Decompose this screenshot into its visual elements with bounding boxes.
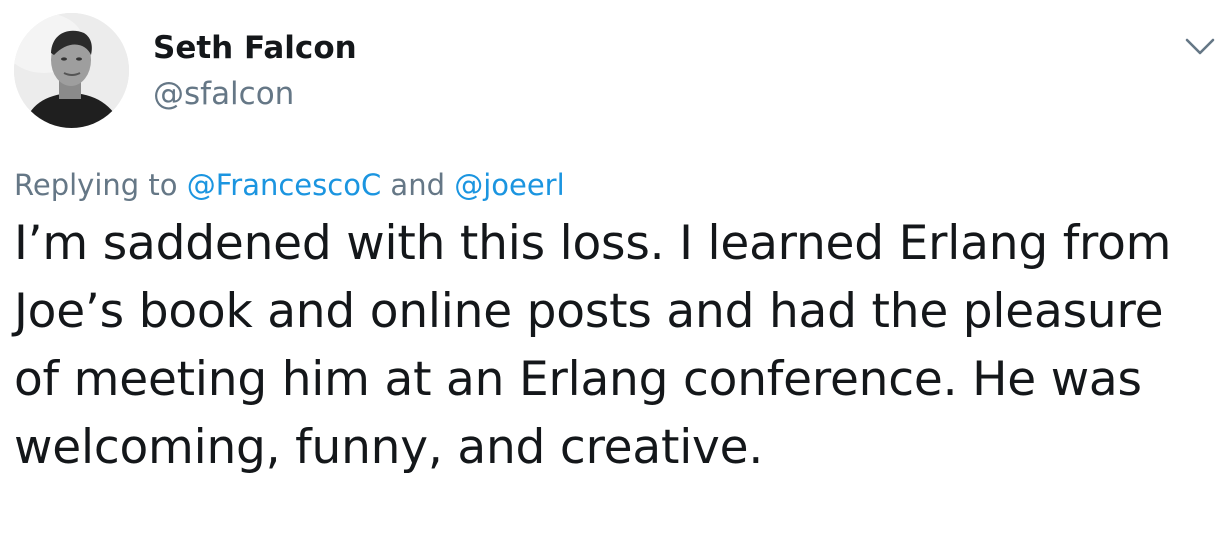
avatar-photo [14, 13, 129, 128]
author-display-name[interactable]: Seth Falcon [153, 30, 357, 66]
chevron-down-icon[interactable] [1183, 31, 1217, 61]
tweet-card: Seth Falcon @sfalcon Replying to @France… [0, 0, 1231, 559]
replying-to-line: Replying to @FrancescoC and @joeerl [14, 168, 565, 202]
avatar[interactable] [14, 13, 129, 128]
mention-link-joeerl[interactable]: @joeerl [454, 168, 564, 202]
replying-to-label: Replying to [14, 168, 187, 202]
author-handle[interactable]: @sfalcon [153, 76, 294, 112]
tweet-text: I’m saddened with this loss. I learned E… [14, 216, 1172, 475]
mention-link-francescoc[interactable]: @FrancescoC [187, 168, 381, 202]
replying-conjunction: and [381, 168, 455, 202]
